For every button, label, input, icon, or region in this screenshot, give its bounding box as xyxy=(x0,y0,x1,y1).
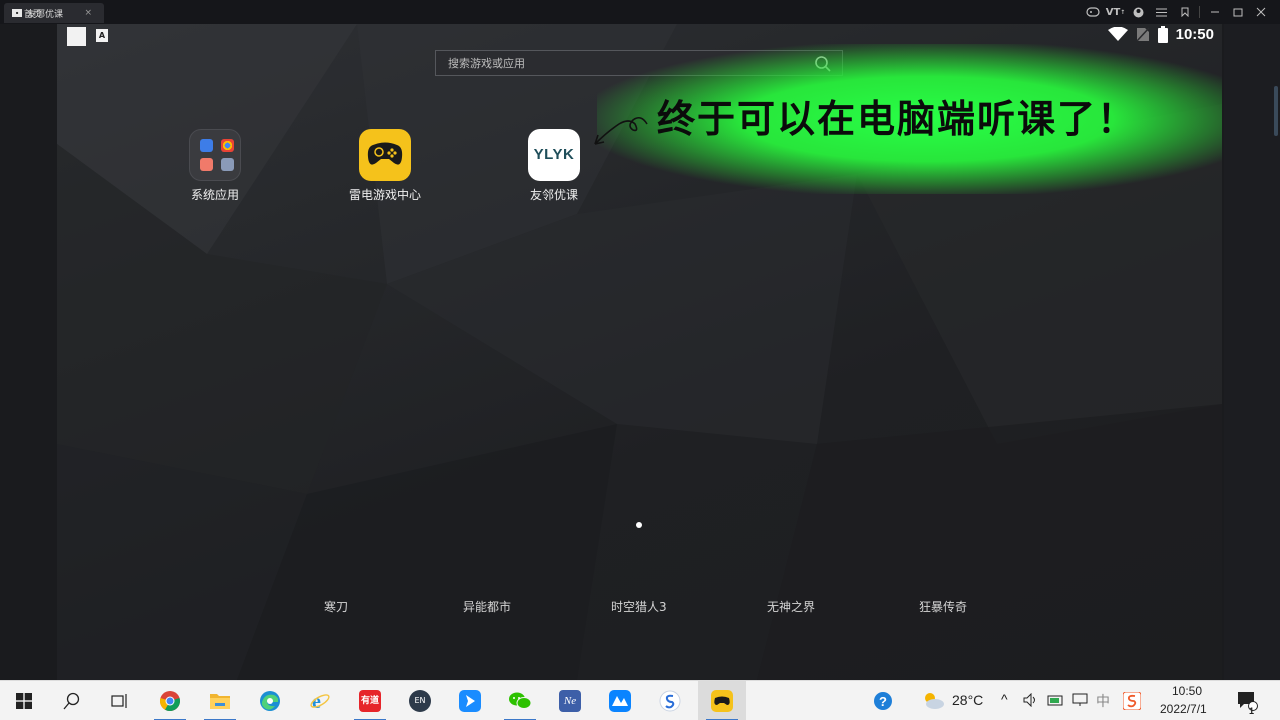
clock-time[interactable]: 10:50 xyxy=(1172,684,1202,698)
taskbar-sogou[interactable] xyxy=(646,681,694,720)
dock-item[interactable]: 无神之界 xyxy=(767,598,815,615)
windows-icon xyxy=(16,693,32,709)
app-label: 友邻优课 xyxy=(529,188,578,202)
taskbar-youdao[interactable]: 有道 xyxy=(346,681,394,720)
emulator-title-bar: 首页 ▪ 友邻优课 × VT ↑ xyxy=(0,0,1280,24)
dock-item[interactable]: 寒刀 xyxy=(324,598,348,615)
emulator-side-toolbar xyxy=(1224,24,1280,680)
keyboard-icon: A xyxy=(96,29,108,42)
close-icon[interactable] xyxy=(1249,0,1272,24)
taskbar-chrome[interactable] xyxy=(146,681,194,720)
edge-icon xyxy=(260,691,280,711)
pin-icon[interactable] xyxy=(1173,0,1196,24)
dock-item[interactable]: 异能都市 xyxy=(463,598,511,615)
chrome-icon xyxy=(160,691,180,712)
page-indicator xyxy=(636,522,642,528)
menu-icon[interactable] xyxy=(1150,0,1173,24)
taskbar-ne[interactable]: Ne xyxy=(546,681,594,720)
notification-icon xyxy=(67,27,86,46)
clock-date[interactable]: 2022/7/1 xyxy=(1160,702,1207,716)
app-label: 雷电游戏中心 xyxy=(348,188,421,202)
app-system-apps[interactable]: 系统应用 xyxy=(160,129,270,203)
vt-label: VT xyxy=(1105,6,1121,18)
lark-icon xyxy=(609,690,631,712)
app-ylyk[interactable]: YLYK 友邻优课 xyxy=(499,129,609,203)
battery-icon[interactable] xyxy=(1047,693,1065,707)
dock-item[interactable]: 狂暴传奇 xyxy=(919,598,967,615)
no-sim-icon xyxy=(1136,27,1150,42)
taskbar-edge[interactable] xyxy=(246,681,294,720)
weather-temp[interactable]: 28°C xyxy=(952,692,983,708)
desktop: 首页 ▪ 友邻优课 × VT ↑ A 10:50 搜索游戏或应用 终于可以在电脑… xyxy=(0,0,1280,720)
wechat-icon xyxy=(509,692,532,709)
ldplayer-icon xyxy=(711,690,733,712)
ylyk-tab-icon: ▪ xyxy=(12,9,22,17)
taskbar-wechat[interactable] xyxy=(496,681,544,720)
dock-item[interactable]: 时空猎人3 xyxy=(611,598,667,615)
network-icon[interactable] xyxy=(1071,693,1089,707)
weather-icon xyxy=(925,693,944,709)
android-home-screen: A 10:50 终于可以在电脑端听课了！ xyxy=(57,24,1222,680)
battery-icon xyxy=(1157,26,1168,43)
gamepad-icon[interactable] xyxy=(1081,0,1104,24)
tab-ylyk-label: 友邻优课 xyxy=(27,9,64,20)
side-toolbar-handle[interactable] xyxy=(1274,86,1278,136)
taskbar-feishu[interactable] xyxy=(446,681,494,720)
taskbar-en[interactable]: EN xyxy=(396,681,444,720)
search-button[interactable] xyxy=(48,681,96,720)
notification-center-icon[interactable] xyxy=(1237,691,1259,711)
taskbar-ldplayer[interactable] xyxy=(698,681,746,720)
ne-icon: Ne xyxy=(559,690,581,712)
ylyk-app-icon: YLYK xyxy=(528,129,580,181)
help-icon[interactable]: ? xyxy=(873,691,893,711)
start-button[interactable] xyxy=(0,681,48,720)
minimize-icon[interactable] xyxy=(1203,0,1226,24)
ime-indicator[interactable]: 中 xyxy=(1096,691,1110,711)
feishu-icon xyxy=(459,690,481,712)
vt-icon[interactable]: VT ↑ xyxy=(1104,0,1127,24)
app-game-center[interactable]: 雷电游戏中心 xyxy=(330,129,440,203)
taskbar-ie[interactable]: e xyxy=(296,681,344,720)
youdao-icon: 有道 xyxy=(359,690,381,712)
ie-icon: e xyxy=(310,691,330,712)
taskbar-lark[interactable] xyxy=(596,681,644,720)
gamepad-icon xyxy=(359,129,411,181)
callout-text: 终于可以在电脑端听课了！ xyxy=(657,97,1138,141)
notification-count: 1 xyxy=(1249,706,1255,716)
svg-text:?: ? xyxy=(879,694,887,709)
windows-taskbar: e 有道 EN Ne ? 28°C ^ 中 10:50 2022/7/1 1 xyxy=(0,680,1280,720)
sogou-icon xyxy=(659,690,681,712)
taskbar-file-explorer[interactable] xyxy=(196,681,244,720)
tab-ylyk[interactable]: ▪ 友邻优课 × xyxy=(4,3,100,23)
user-icon[interactable] xyxy=(1127,0,1150,24)
chevron-up-icon[interactable]: ^ xyxy=(1001,691,1008,707)
task-view-button[interactable] xyxy=(96,681,144,720)
search-icon xyxy=(63,692,80,710)
file-explorer-icon xyxy=(210,694,230,709)
status-time: 10:50 xyxy=(1175,26,1214,43)
system-apps-folder-icon xyxy=(189,129,241,181)
sogou-ime-icon[interactable] xyxy=(1123,692,1141,710)
tab-close-icon[interactable]: × xyxy=(84,8,92,18)
en-icon: EN xyxy=(409,690,431,712)
restore-icon[interactable] xyxy=(1226,0,1249,24)
task-view-icon xyxy=(111,694,127,708)
wifi-icon xyxy=(1107,27,1128,41)
volume-icon[interactable] xyxy=(1023,693,1039,707)
app-label: 系统应用 xyxy=(190,188,239,202)
